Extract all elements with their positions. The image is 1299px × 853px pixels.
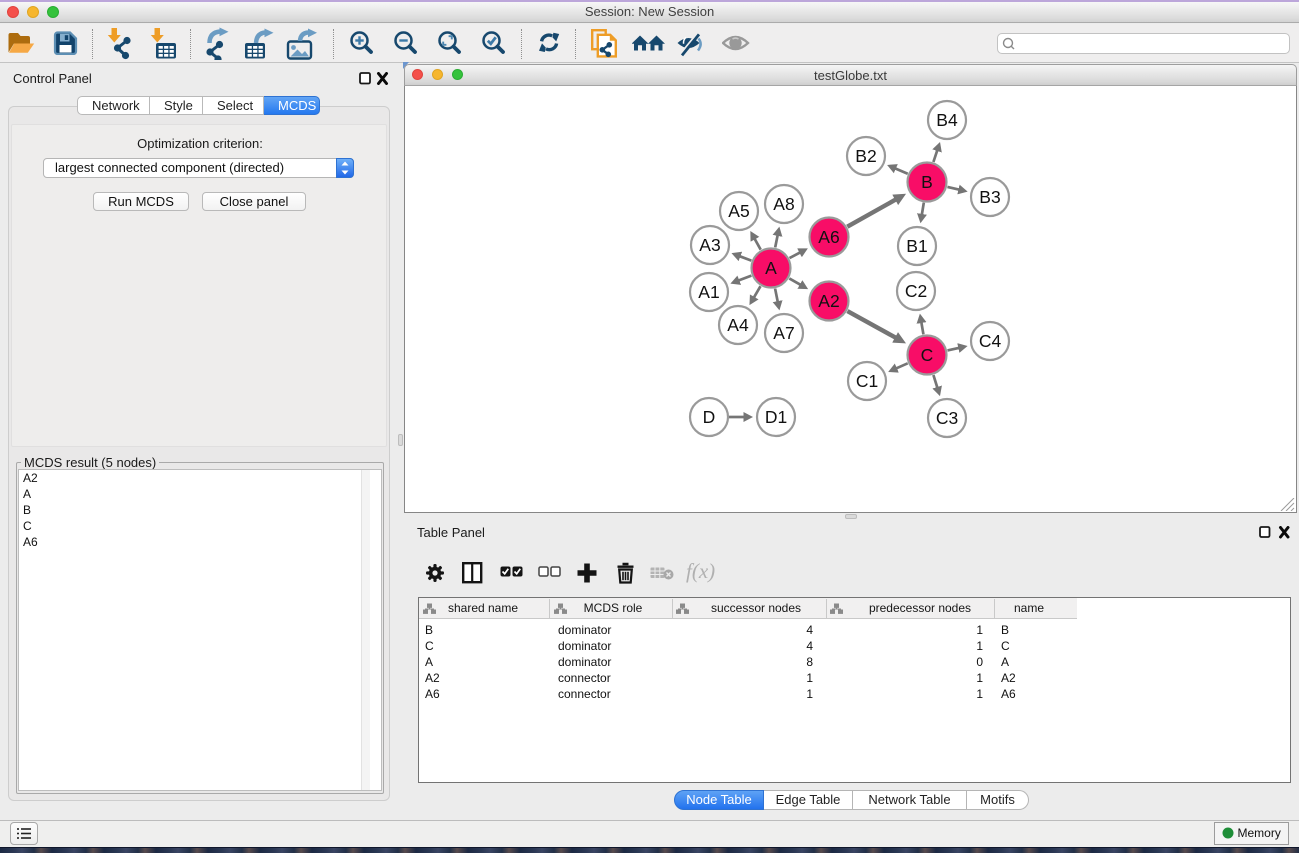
svg-text:C2: C2 (905, 281, 927, 301)
svg-text:A2: A2 (818, 291, 839, 311)
svg-text:B3: B3 (979, 187, 1000, 207)
svg-text:A: A (765, 258, 777, 278)
svg-text:A4: A4 (727, 315, 749, 335)
svg-text:B2: B2 (855, 146, 876, 166)
svg-text:C4: C4 (979, 331, 1002, 351)
svg-text:A6: A6 (818, 227, 839, 247)
svg-text:D1: D1 (765, 407, 787, 427)
svg-text:D: D (703, 407, 716, 427)
svg-text:A7: A7 (773, 323, 794, 343)
svg-text:A3: A3 (699, 235, 720, 255)
svg-text:A1: A1 (698, 282, 719, 302)
svg-text:A8: A8 (773, 194, 794, 214)
svg-text:B4: B4 (936, 110, 958, 130)
svg-text:B1: B1 (906, 236, 927, 256)
svg-text:C1: C1 (856, 371, 878, 391)
svg-text:C3: C3 (936, 408, 958, 428)
svg-text:C: C (921, 345, 934, 365)
svg-text:B: B (921, 172, 933, 192)
svg-text:A5: A5 (728, 201, 749, 221)
